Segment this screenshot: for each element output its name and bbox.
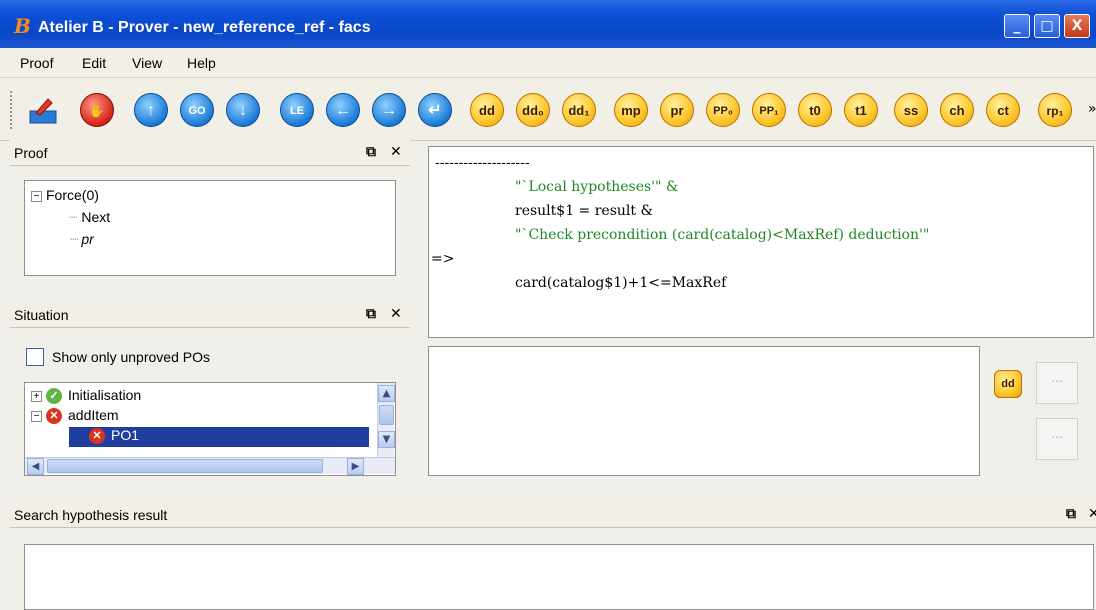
goal-line-local-hypotheses: "`Local hypotheses'" &: [515, 179, 679, 195]
menu-view[interactable]: View: [132, 55, 162, 71]
ch-icon[interactable]: ch: [940, 93, 974, 127]
proved-check-icon: ✓: [46, 388, 62, 405]
unproved-cross-icon: ✕: [89, 428, 105, 445]
scroll-down-icon[interactable]: ▼: [378, 431, 395, 448]
go-left-icon[interactable]: LE: [280, 93, 314, 127]
dd-side-icon[interactable]: dd: [994, 370, 1022, 398]
collapse-icon[interactable]: −: [31, 190, 42, 202]
toolbar: ✋ ↑ GO ↓ LE ← → ↵ dd dd₀ dd₁ mp pr PP₀ P…: [0, 79, 1096, 141]
menu-edit[interactable]: Edit: [82, 55, 106, 71]
go-forward-icon[interactable]: →: [372, 93, 406, 127]
expand-icon[interactable]: +: [31, 390, 42, 402]
side-action-button-1[interactable]: ⋯: [1036, 362, 1078, 404]
situation-panel-title: Situation: [14, 307, 69, 323]
situation-tree[interactable]: + ✓ Initialisation − ✕ addItem ✕ PO1 ▲ ▼ ◀ ▶: [24, 382, 396, 476]
po-node-initialisation[interactable]: + ✓ Initialisation: [31, 387, 141, 405]
goal-implies: =>: [431, 251, 455, 267]
scroll-up-icon[interactable]: ▲: [378, 385, 395, 402]
prover-window: B Atelier B - Prover - new_reference_ref…: [0, 0, 1096, 610]
t1-icon[interactable]: t1: [844, 93, 878, 127]
stop-hand-icon[interactable]: ✋: [80, 93, 114, 127]
goal-separator: --------------------: [435, 155, 530, 171]
tree-node-root[interactable]: − Force(0): [31, 187, 99, 203]
goal-line-check-precondition: "`Check precondition (card(catalog)<MaxR…: [515, 227, 930, 243]
scroll-right-icon[interactable]: ▶: [347, 458, 364, 475]
toolbar-grip[interactable]: [10, 91, 14, 129]
search-panel-title: Search hypothesis result: [14, 507, 168, 523]
menu-help[interactable]: Help: [187, 55, 216, 71]
menu-bar: Proof Edit View Help: [0, 48, 1096, 78]
pp0-icon[interactable]: PP₀: [706, 93, 740, 127]
goal-line-result: result$1 = result &: [515, 203, 653, 219]
rp1-icon[interactable]: rp₁: [1038, 93, 1072, 127]
ct-icon[interactable]: ct: [986, 93, 1020, 127]
dd1-icon[interactable]: dd₁: [562, 93, 596, 127]
atelier-b-logo-icon: B: [14, 14, 31, 38]
close-panel-icon[interactable]: ✕: [1088, 506, 1096, 522]
close-panel-icon[interactable]: ✕: [390, 144, 402, 160]
situation-vertical-scrollbar[interactable]: ▲ ▼: [377, 383, 395, 457]
title-bar[interactable]: B Atelier B - Prover - new_reference_ref…: [0, 0, 1096, 48]
float-icon[interactable]: ⧉: [366, 306, 376, 322]
pp1-icon[interactable]: PP₁: [752, 93, 786, 127]
goal-line-conclusion: card(catalog$1)+1<=MaxRef: [515, 275, 727, 291]
dd-icon[interactable]: dd: [470, 93, 504, 127]
maximize-button[interactable]: □: [1034, 14, 1060, 38]
po-node-po1[interactable]: ✕ PO1: [69, 427, 369, 447]
situation-panel-header: Situation ⧉ ✕: [10, 302, 410, 328]
proof-tree[interactable]: − Force(0) ┈ Next ┈ pr: [24, 180, 396, 276]
search-results[interactable]: [24, 544, 1094, 610]
mp-icon[interactable]: mp: [614, 93, 648, 127]
go-end-icon[interactable]: ↵: [418, 93, 452, 127]
float-icon[interactable]: ⧉: [366, 144, 376, 160]
proof-panel-header: Proof ⧉ ✕: [10, 140, 410, 166]
command-input[interactable]: [428, 346, 980, 476]
scroll-thumb[interactable]: [379, 405, 394, 425]
window-title: Atelier B - Prover - new_reference_ref -…: [38, 19, 371, 36]
go-down-icon[interactable]: ↓: [226, 93, 260, 127]
unproved-cross-icon: ✕: [46, 408, 62, 425]
pr-icon[interactable]: pr: [660, 93, 694, 127]
dd0-icon[interactable]: dd₀: [516, 93, 550, 127]
close-button[interactable]: X: [1064, 14, 1090, 38]
po-node-additem[interactable]: − ✕ addItem: [31, 407, 119, 425]
scroll-left-icon[interactable]: ◀: [27, 458, 44, 475]
t0-icon[interactable]: t0: [798, 93, 832, 127]
minimize-button[interactable]: _: [1004, 14, 1030, 38]
search-panel-header: Search hypothesis result ⧉ ✕: [10, 502, 1096, 528]
side-action-button-2[interactable]: ⋯: [1036, 418, 1078, 460]
go-up-icon[interactable]: ↑: [134, 93, 168, 127]
ss-icon[interactable]: ss: [894, 93, 928, 127]
go-back-icon[interactable]: ←: [326, 93, 360, 127]
close-panel-icon[interactable]: ✕: [390, 306, 402, 322]
menu-proof[interactable]: Proof: [20, 55, 53, 71]
collapse-icon[interactable]: −: [31, 410, 42, 422]
export-icon[interactable]: [26, 93, 60, 127]
float-icon[interactable]: ⧉: [1066, 506, 1076, 522]
situation-horizontal-scrollbar[interactable]: ◀ ▶: [25, 457, 395, 475]
goal-display[interactable]: -------------------- "`Local hypotheses'…: [428, 146, 1094, 338]
unproved-only-label: Show only unproved POs: [52, 349, 210, 365]
scroll-thumb[interactable]: [47, 459, 323, 473]
goto-icon[interactable]: GO: [180, 93, 214, 127]
tree-node-next[interactable]: ┈ Next: [69, 209, 110, 226]
proof-panel-title: Proof: [14, 145, 48, 161]
tree-node-pr[interactable]: ┈ pr: [69, 231, 94, 248]
toolbar-overflow-icon[interactable]: »: [1088, 101, 1096, 117]
unproved-only-checkbox[interactable]: [26, 348, 44, 366]
